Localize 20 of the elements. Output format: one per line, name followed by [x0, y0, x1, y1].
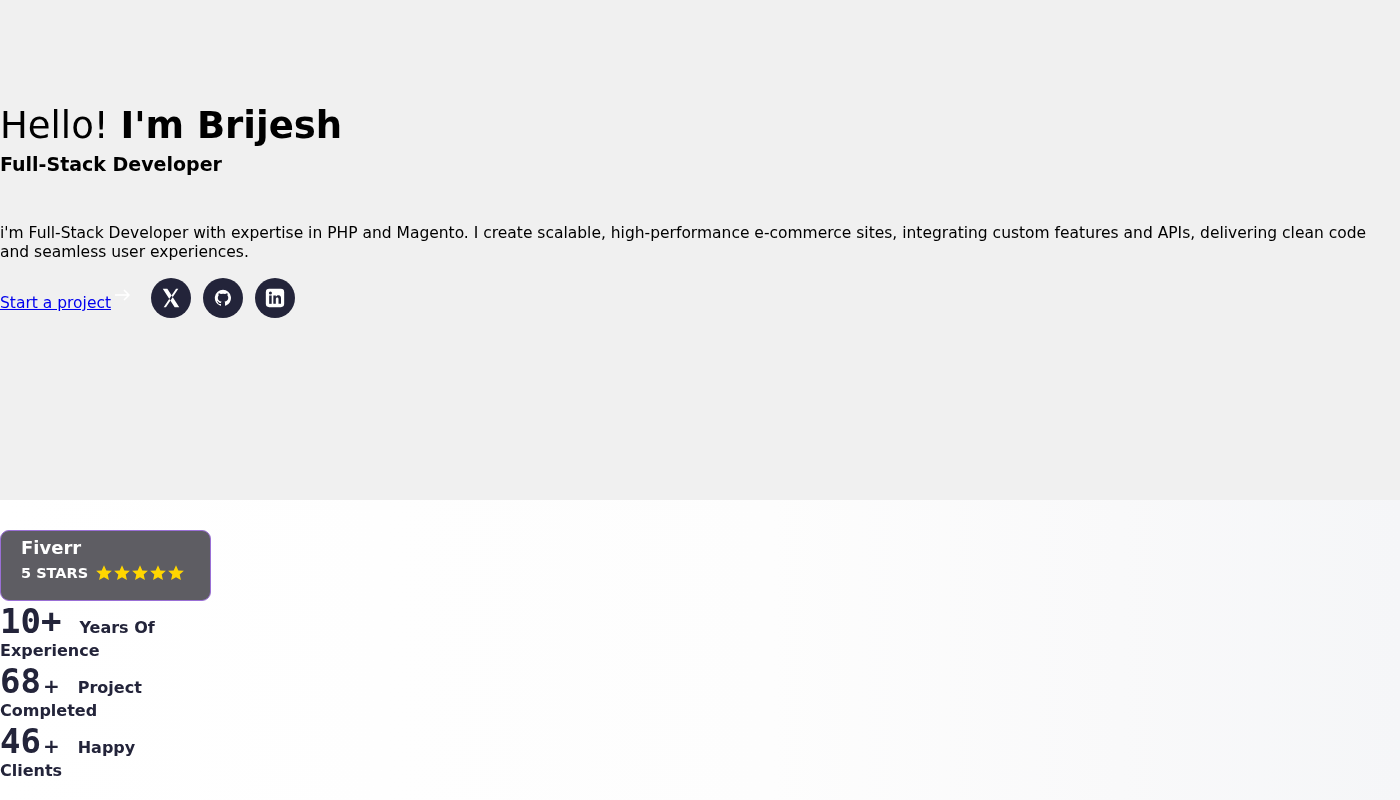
- start-project-link[interactable]: Start a project: [0, 294, 127, 312]
- star-icon: [167, 564, 186, 582]
- star-icon: [131, 564, 150, 582]
- x-logo-icon: [160, 287, 182, 309]
- platform-name: Fiverr: [21, 536, 83, 560]
- star-icon: [95, 564, 114, 582]
- stat-item: 10+ Years Of Experience: [0, 601, 156, 661]
- github-link[interactable]: [203, 278, 243, 318]
- linkedin-logo-icon: [265, 288, 285, 308]
- stat-item: 68+ Project Completed: [0, 661, 143, 721]
- star-icon: [113, 564, 132, 582]
- linkedin-link[interactable]: [255, 278, 295, 318]
- heading: Hello! I'm Brijesh: [0, 103, 344, 149]
- star-icon: [149, 564, 168, 582]
- github-logo-icon: [214, 289, 232, 307]
- intro-text: i'm Full-Stack Developer with expertise in PHP and Magento. I create scalable, high-performance e-commerce sites, integrating custom features and APIs, delivering clean code and seamless user experiences.: [0, 224, 1368, 262]
- x-link[interactable]: [151, 278, 191, 318]
- rating-label: 5 STARS: [21, 565, 89, 581]
- subtitle: Full-Stack Developer: [0, 152, 223, 176]
- stat-item: 46+ Happy Clients: [0, 721, 137, 781]
